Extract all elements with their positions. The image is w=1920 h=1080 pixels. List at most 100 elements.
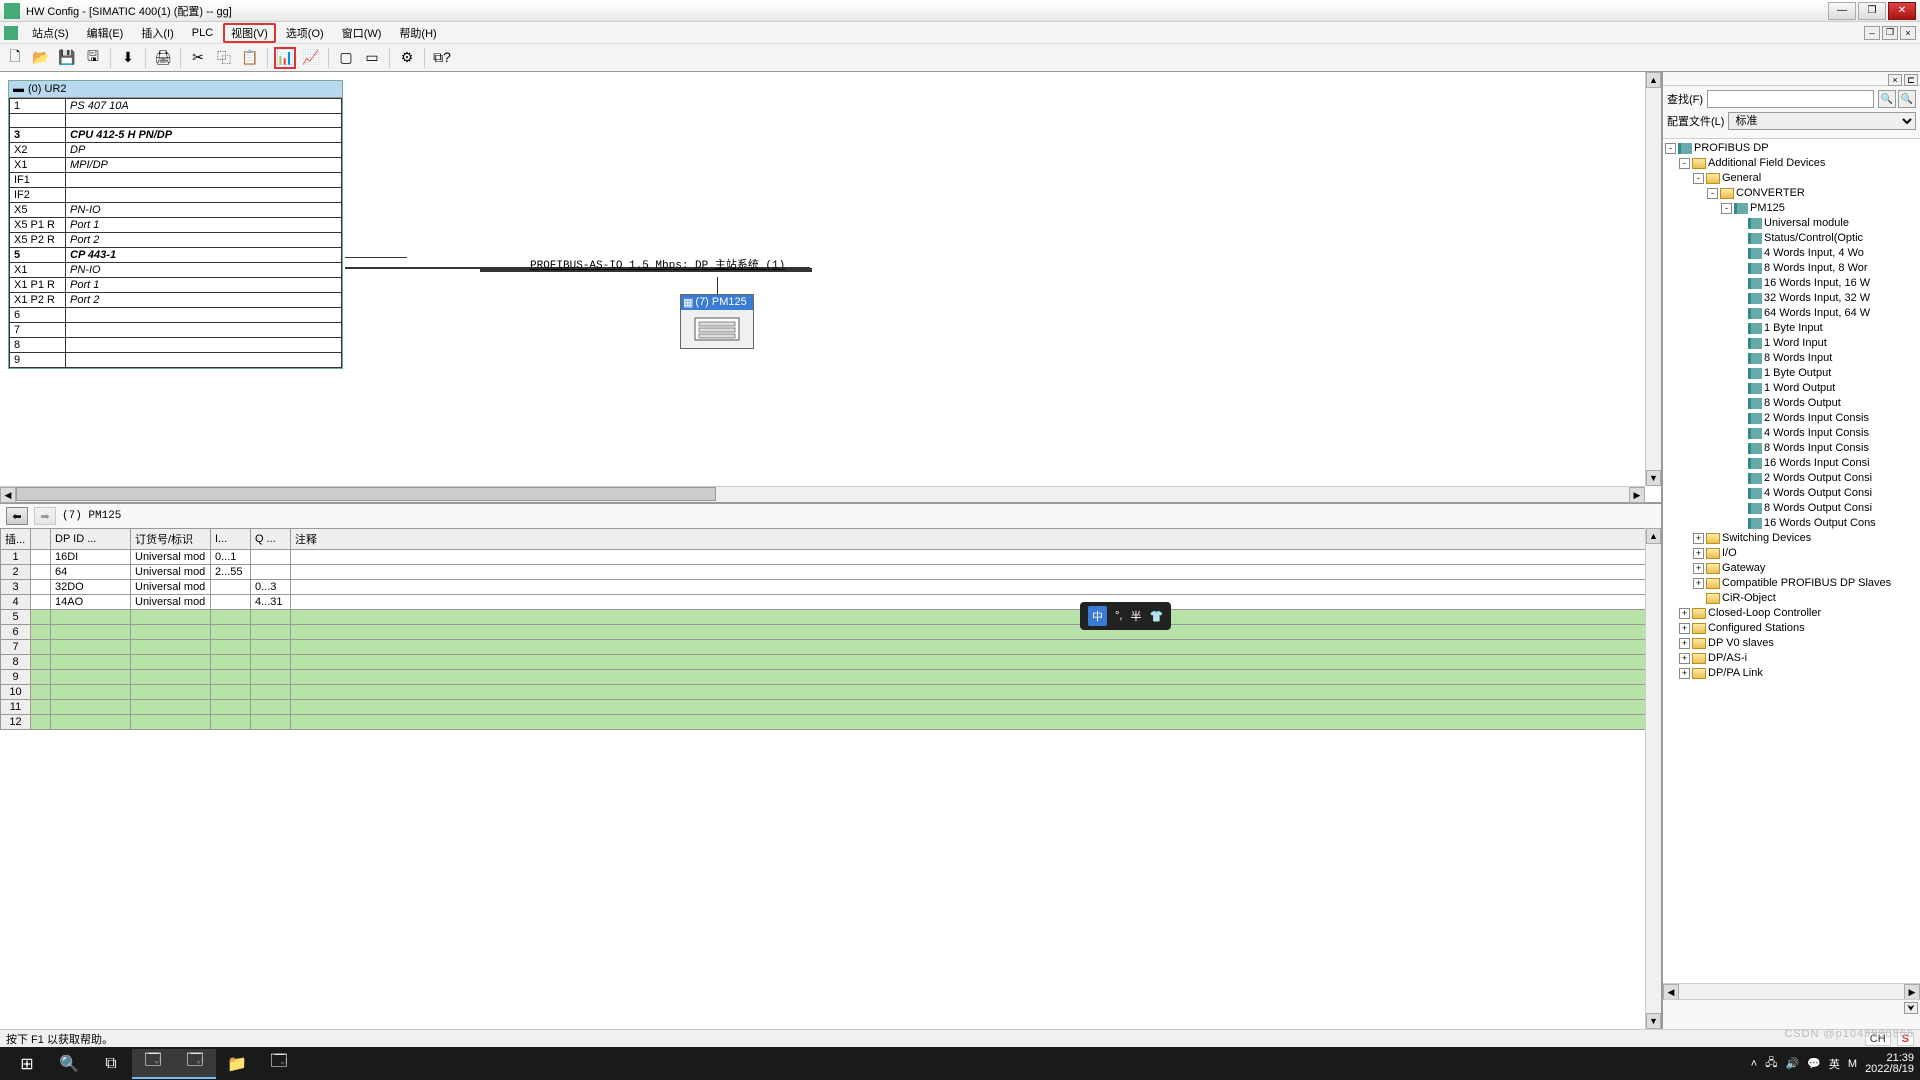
scroll-right-icon[interactable]: ▶ [1904,984,1920,1000]
tree-toggle-icon[interactable]: - [1693,173,1704,184]
menu-help[interactable]: 帮助(H) [391,23,444,43]
symbols-icon[interactable]: ⚙ [396,47,418,69]
rack-window[interactable]: ▬ (0) UR2 1PS 407 10A3CPU 412-5 H PN/DPX… [8,80,343,369]
tree-node[interactable]: -PROFIBUS DP [1665,141,1918,156]
tree-node[interactable]: 64 Words Input, 64 W [1665,306,1918,321]
table-header[interactable] [31,529,51,550]
menu-window[interactable]: 窗口(W) [334,23,390,43]
table-header[interactable]: I... [211,529,251,550]
taskview-button[interactable]: ⧉ [90,1049,132,1079]
tree-node[interactable]: -PM125 [1665,201,1918,216]
catalog-icon[interactable]: 📊 [274,47,296,69]
rack-row[interactable]: X1 P1 RPort 1 [10,278,342,293]
tree-toggle-icon[interactable]: - [1721,203,1732,214]
rack-row[interactable]: 7 [10,323,342,338]
tree-node[interactable]: 8 Words Input Consis [1665,441,1918,456]
tree-node[interactable]: Universal module [1665,216,1918,231]
tree-node[interactable]: +Configured Stations [1665,621,1918,636]
menu-edit[interactable]: 编辑(E) [79,23,132,43]
nav-back-button[interactable]: ⬅ [6,507,28,525]
help-icon[interactable]: ⧉? [431,47,453,69]
tree-toggle-icon[interactable]: - [1679,158,1690,169]
device-node-pm125[interactable]: ▦(7) PM125 [680,294,754,349]
table-row[interactable]: 414AOUniversal mod4...31 [1,595,1661,610]
table-row[interactable]: 264Universal mod2...55 [1,565,1661,580]
tree-toggle-icon[interactable]: + [1679,653,1690,664]
search-button[interactable]: 🔍 [48,1049,90,1079]
rack-row[interactable]: IF2 [10,188,342,203]
rack-row[interactable]: X5 P1 RPort 1 [10,218,342,233]
table-row[interactable]: 7 [1,640,1661,655]
ime-punct-icon[interactable]: °, [1115,610,1122,622]
tree-node[interactable]: 4 Words Input Consis [1665,426,1918,441]
tray-volume-icon[interactable]: 🔊 [1785,1057,1799,1070]
scroll-down-icon[interactable]: ▼ [1646,470,1661,486]
tree-node[interactable]: 8 Words Output Consi [1665,501,1918,516]
tree-node[interactable]: Status/Control(Optic [1665,231,1918,246]
tree-node[interactable]: -General [1665,171,1918,186]
maximize-button[interactable]: ❐ [1858,2,1886,20]
rack-row[interactable]: 5CP 443-1 [10,248,342,263]
scroll-up-icon[interactable]: ▲ [1646,72,1661,88]
tree-toggle-icon[interactable]: + [1693,548,1704,559]
catalog-tree[interactable]: -PROFIBUS DP-Additional Field Devices-Ge… [1663,139,1920,983]
minimize-button[interactable]: — [1828,2,1856,20]
tree-node[interactable]: 1 Byte Input [1665,321,1918,336]
tree-node[interactable]: +DP/PA Link [1665,666,1918,681]
scroll-left-icon[interactable]: ◀ [1663,984,1679,1000]
table-header[interactable]: 插... [1,529,31,550]
taskbar-app1[interactable]: 🗔 [132,1049,174,1079]
taskbar-app3[interactable]: 🗔 [258,1049,300,1079]
catalog-close-button[interactable]: × [1888,74,1902,86]
mdi-minimize-button[interactable]: – [1864,26,1880,40]
rack-row[interactable]: X1 P2 RPort 2 [10,293,342,308]
tree-node[interactable]: 8 Words Input [1665,351,1918,366]
rack-table[interactable]: 1PS 407 10A3CPU 412-5 H PN/DPX2DPX1MPI/D… [9,98,342,368]
open-icon[interactable]: 📂 [30,47,52,69]
download-icon[interactable]: ⬇ [117,47,139,69]
ime-skin-icon[interactable]: 👕 [1149,610,1163,623]
tree-node[interactable]: 2 Words Input Consis [1665,411,1918,426]
tray-ime2-icon[interactable]: M [1848,1058,1857,1070]
tree-node[interactable]: 16 Words Input, 16 W [1665,276,1918,291]
ime-mode-icon[interactable]: 中 [1088,606,1107,626]
rack-row[interactable]: 8 [10,338,342,353]
canvas-hscroll[interactable]: ◀ ▶ [0,486,1645,502]
tree-node[interactable]: 2 Words Output Consi [1665,471,1918,486]
catalog-dock-button[interactable]: ⊏ [1904,74,1918,86]
tray-clock[interactable]: 21:39 2022/8/19 [1865,1053,1914,1075]
rack-row[interactable]: 3CPU 412-5 H PN/DP [10,128,342,143]
rack-row[interactable]: 6 [10,308,342,323]
tree-node[interactable]: 1 Byte Output [1665,366,1918,381]
tray-chevron-icon[interactable]: ˄ [1751,1058,1757,1070]
menu-insert[interactable]: 插入(I) [133,23,181,43]
tree-node[interactable]: 8 Words Input, 8 Wor [1665,261,1918,276]
catalog-info-toggle[interactable]: ⮟ [1904,1002,1918,1014]
new-icon[interactable]: 🗋 [4,47,26,69]
mdi-close-button[interactable]: × [1900,26,1916,40]
search-up-button[interactable]: 🔍 [1898,90,1916,108]
table-row[interactable]: 5 [1,610,1661,625]
tree-node[interactable]: 16 Words Input Consi [1665,456,1918,471]
tree-node[interactable]: 1 Word Output [1665,381,1918,396]
rack-title-bar[interactable]: ▬ (0) UR2 [9,81,342,98]
menu-plc[interactable]: PLC [184,25,221,41]
tree-node[interactable]: -CONVERTER [1665,186,1918,201]
taskbar-app2[interactable]: 🗔 [174,1049,216,1079]
station-canvas[interactable]: ▬ (0) UR2 1PS 407 10A3CPU 412-5 H PN/DPX… [0,72,1661,502]
detail-table[interactable]: 插...DP ID ...订货号/标识I...Q ...注释116DIUnive… [0,528,1661,730]
tree-toggle-icon[interactable]: + [1693,533,1704,544]
tree-toggle-icon[interactable]: + [1693,563,1704,574]
consistency-icon[interactable]: ▭ [361,47,383,69]
tree-node[interactable]: +Switching Devices [1665,531,1918,546]
table-row[interactable]: 9 [1,670,1661,685]
table-row[interactable]: 11 [1,700,1661,715]
tree-node[interactable]: +Compatible PROFIBUS DP Slaves [1665,576,1918,591]
table-row[interactable]: 10 [1,685,1661,700]
tree-toggle-icon[interactable]: - [1665,143,1676,154]
tree-node[interactable]: +Closed-Loop Controller [1665,606,1918,621]
catalog-hscroll[interactable]: ◀ ▶ [1663,983,1920,999]
table-header[interactable]: Q ... [251,529,291,550]
rack-row[interactable]: X5 P2 RPort 2 [10,233,342,248]
tree-node[interactable]: 8 Words Output [1665,396,1918,411]
